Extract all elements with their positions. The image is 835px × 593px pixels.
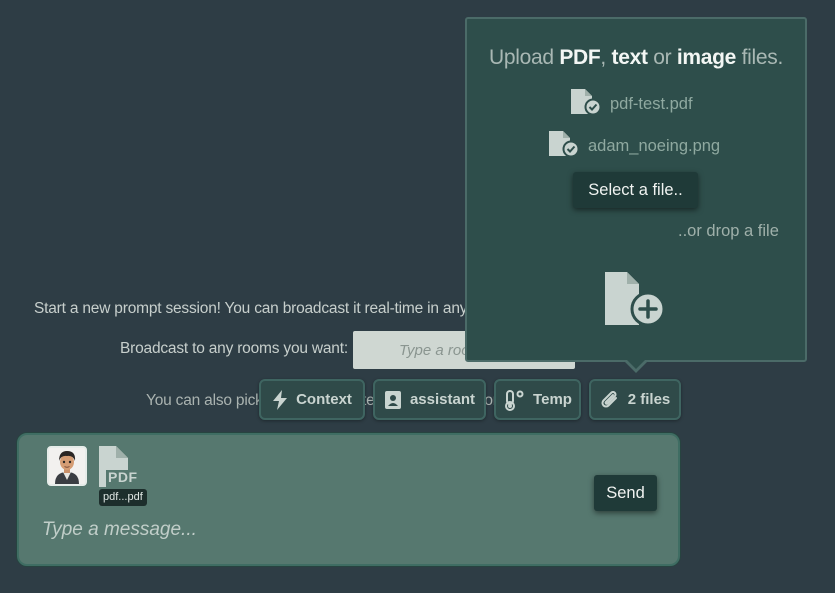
file-check-icon [548, 130, 581, 163]
pdf-attachment[interactable]: PDF [98, 445, 142, 489]
role-button[interactable]: assistant [373, 379, 486, 420]
contact-card-icon [384, 390, 402, 410]
upload-title: Upload PDF, text or image files. [489, 46, 783, 69]
uploaded-file-item[interactable]: adam_noeing.png [548, 130, 720, 163]
avatar[interactable] [47, 446, 87, 486]
broadcast-label: Broadcast to any rooms you want: [120, 340, 348, 357]
paperclip-icon [600, 389, 620, 411]
select-file-button[interactable]: Select a file.. [573, 172, 698, 208]
drop-file-hint: ..or drop a file [678, 222, 779, 240]
uploaded-file-name: adam_noeing.png [588, 137, 721, 155]
temperature-button-label: Temp [533, 391, 572, 408]
context-button[interactable]: Context [259, 379, 365, 420]
thermometer-icon [503, 389, 525, 411]
file-add-icon[interactable] [603, 271, 667, 332]
message-input[interactable] [42, 515, 582, 545]
temperature-button[interactable]: Temp [494, 379, 581, 420]
session-intro-text: Start a new prompt session! You can broa… [34, 300, 466, 317]
lightning-icon [272, 389, 288, 410]
pdf-badge-label: PDF [108, 469, 138, 485]
files-button[interactable]: 2 files [589, 379, 681, 420]
file-check-icon [570, 88, 603, 121]
role-button-label: assistant [409, 391, 476, 408]
uploaded-file-item[interactable]: pdf-test.pdf [570, 88, 693, 121]
attachment-tooltip: pdf...pdf [99, 489, 147, 506]
send-button[interactable]: Send [594, 475, 657, 511]
uploaded-file-name: pdf-test.pdf [610, 95, 693, 113]
context-button-label: Context [296, 391, 352, 408]
files-button-label: 2 files [627, 391, 671, 408]
